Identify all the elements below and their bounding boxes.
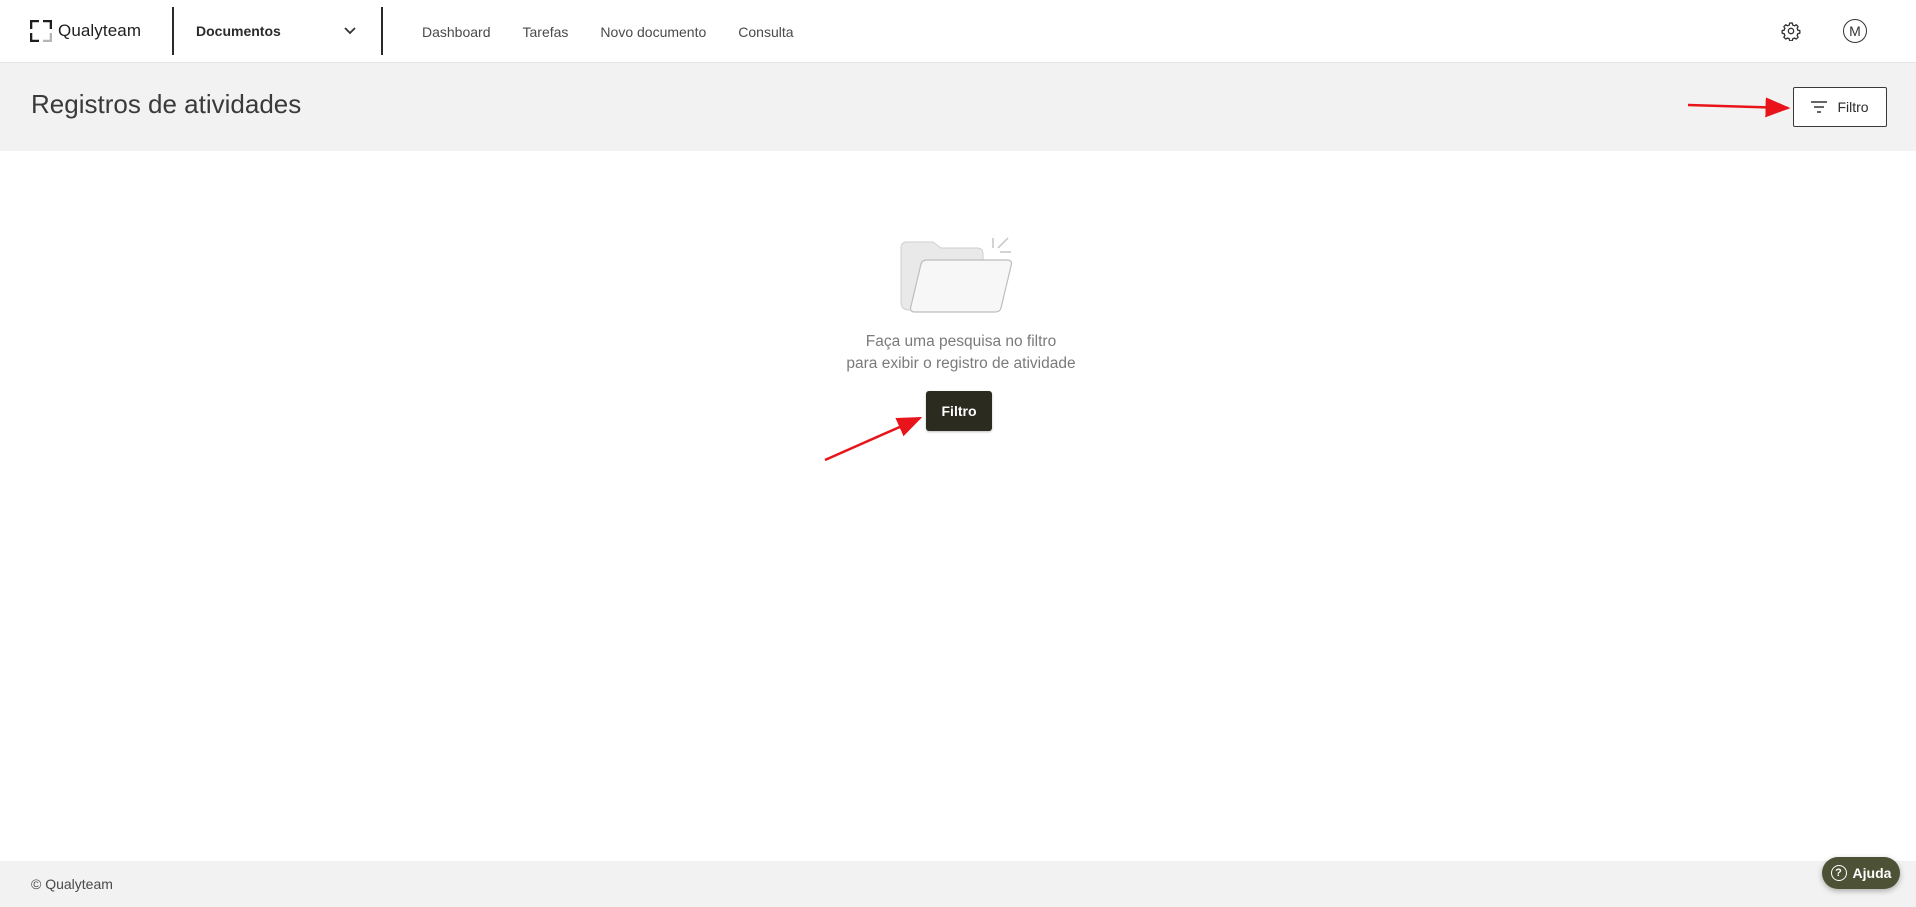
footer: © Qualyteam — [0, 861, 1916, 907]
annotation-arrow-center — [824, 416, 923, 462]
filter-button-header[interactable]: Filtro — [1793, 87, 1887, 127]
qualyteam-logo-mark-icon — [30, 20, 52, 42]
page-title: Registros de atividades — [31, 89, 302, 119]
question-icon: ? — [1830, 865, 1847, 881]
nav-tarefas[interactable]: Tarefas — [523, 24, 569, 40]
help-button[interactable]: ? Ajuda — [1822, 857, 1900, 889]
empty-state-message: Faça uma pesquisa no filtro para exibir … — [808, 331, 1114, 375]
qualyteam-logo[interactable]: Qualyteam — [30, 19, 141, 43]
module-selector-label: Documentos — [196, 23, 281, 39]
chevron-down-icon — [344, 27, 356, 35]
copyright-text: © Qualyteam — [31, 876, 113, 892]
filter-button-header-label: Filtro — [1837, 99, 1869, 115]
nav-consulta[interactable]: Consulta — [738, 24, 793, 40]
nav-dashboard[interactable]: Dashboard — [422, 24, 491, 40]
main-nav: Dashboard Tarefas Novo documento Consult… — [422, 0, 826, 63]
help-button-label: Ajuda — [1852, 865, 1892, 881]
divider — [381, 7, 383, 55]
brand-name: Qualyteam — [58, 21, 142, 40]
module-selector[interactable]: Documentos — [196, 18, 356, 44]
filter-lines-icon — [1811, 101, 1828, 113]
empty-folder-icon — [900, 237, 1013, 313]
nav-novo-documento[interactable]: Novo documento — [600, 24, 706, 40]
top-navigation-bar: Qualyteam Documentos Dashboard Tarefas N… — [0, 0, 1916, 63]
gear-icon[interactable] — [1781, 21, 1801, 41]
empty-state-line-1: Faça uma pesquisa no filtro — [865, 333, 1057, 350]
empty-state-line-2: para exibir o registro de atividade — [846, 355, 1076, 372]
divider — [172, 7, 174, 55]
page-header: Registros de atividades Filtro — [0, 63, 1916, 151]
user-avatar[interactable]: M — [1843, 19, 1867, 43]
filter-button[interactable]: Filtro — [926, 391, 992, 431]
